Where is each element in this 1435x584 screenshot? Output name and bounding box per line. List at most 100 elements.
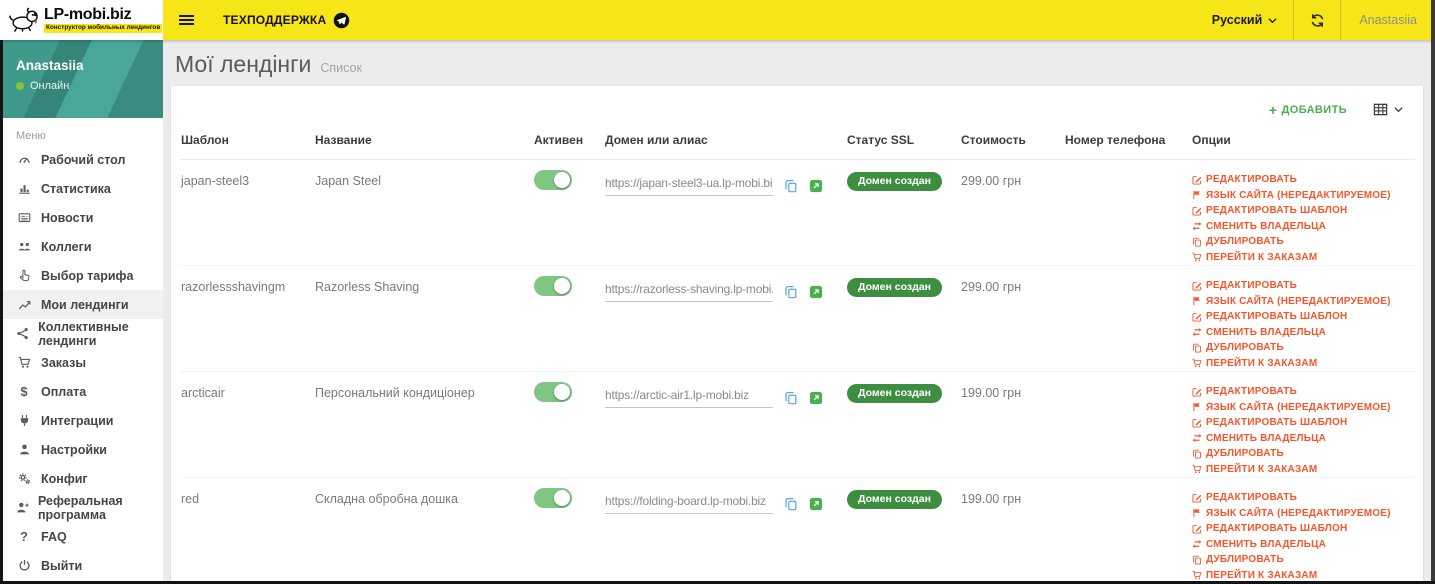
phone-cell [1063,159,1190,266]
option-duplicate[interactable]: ДУБЛИРОВАТЬ [1192,234,1409,250]
option-edit[interactable]: РЕДАКТИРОВАТЬ [1192,172,1409,188]
sidebar-item-label: Мои лендинги [41,297,129,312]
domain-input[interactable] [605,388,773,408]
option-go-to-orders[interactable]: ПЕРЕЙТИ К ЗАКАЗАМ [1192,250,1409,265]
option-change-owner[interactable]: СМЕНИТЬ ВЛАДЕЛЬЦА [1192,219,1409,235]
option-site-language[interactable]: ЯЗЫК САЙТА (НЕРЕДАКТИРУЕМОЕ) [1192,400,1409,416]
option-go-to-orders[interactable]: ПЕРЕЙТИ К ЗАКАЗАМ [1192,356,1409,371]
option-edit-template[interactable]: РЕДАКТИРОВАТЬ ШАБЛОН [1192,309,1409,325]
sidebar-item-referral[interactable]: Реферальная программа [0,493,163,522]
user-icon [16,443,32,456]
main-content: Мої лендінги Список + ДОБАВИТЬ Шаблон На… [163,40,1435,584]
menu-icon[interactable] [163,0,209,40]
option-edit-template[interactable]: РЕДАКТИРОВАТЬ ШАБЛОН [1192,415,1409,431]
dog-logo-icon [8,4,40,36]
open-site-icon[interactable] [809,285,823,299]
domain-input[interactable] [605,494,773,514]
domain-input[interactable] [605,282,773,302]
sidebar-item-label: FAQ [41,529,67,544]
sidebar-item-faq[interactable]: ? FAQ [0,522,163,551]
option-label: СМЕНИТЬ ВЛАДЕЛЬЦА [1206,538,1327,550]
column-header: Активен [532,123,603,160]
sidebar-item-settings[interactable]: Настройки [0,435,163,464]
copy-domain-icon[interactable] [784,391,798,405]
language-label: Русский [1211,13,1263,27]
domain-input[interactable] [605,176,773,196]
news-icon [16,211,32,224]
option-edit[interactable]: РЕДАКТИРОВАТЬ [1192,490,1409,506]
sidebar-item-integrations[interactable]: Интеграции [0,406,163,435]
option-label: СМЕНИТЬ ВЛАДЕЛЬЦА [1206,326,1327,338]
landings-table: Шаблон Название Активен Домен или алиас Стат… [179,123,1415,584]
duplicate-icon [1192,449,1202,459]
copy-domain-icon[interactable] [784,179,798,193]
flag-icon [1192,508,1202,518]
copy-domain-icon[interactable] [784,285,798,299]
telegram-icon [333,12,350,29]
sidebar-item-my-landings[interactable]: Мои лендинги [0,290,163,319]
open-site-icon[interactable] [809,391,823,405]
sidebar-item-label: Коллеги [41,239,92,254]
cart-icon [16,356,32,369]
phone-cell [1063,477,1190,584]
option-edit[interactable]: РЕДАКТИРОВАТЬ [1192,384,1409,400]
sidebar-item-label: Статистика [41,181,111,196]
sidebar-item-label: Настройки [41,442,107,457]
support-button[interactable]: ТЕХПОДДЕРЖКА [209,0,364,40]
sidebar-item-news[interactable]: Новости [0,203,163,232]
open-site-icon[interactable] [809,497,823,511]
option-label: РЕДАКТИРОВАТЬ ШАБЛОН [1206,205,1348,216]
sidebar-item-label: Конфиг [41,471,88,486]
option-label: РЕДАКТИРОВАТЬ [1206,492,1297,503]
option-go-to-orders[interactable]: ПЕРЕЙТИ К ЗАКАЗАМ [1192,462,1409,477]
option-change-owner[interactable]: СМЕНИТЬ ВЛАДЕЛЬЦА [1192,537,1409,553]
option-site-language[interactable]: ЯЗЫК САЙТА (НЕРЕДАКТИРУЕМОЕ) [1192,188,1409,204]
option-change-owner[interactable]: СМЕНИТЬ ВЛАДЕЛЬЦА [1192,325,1409,341]
option-label: РЕДАКТИРОВАТЬ [1206,174,1297,185]
option-label: ДУБЛИРОВАТЬ [1206,554,1284,565]
template-cell: red [179,477,313,584]
sidebar-item-collective-landings[interactable]: Коллективные лендинги [0,319,163,348]
refresh-button[interactable] [1294,0,1340,40]
open-site-icon[interactable] [809,179,823,193]
option-duplicate[interactable]: ДУБЛИРОВАТЬ [1192,446,1409,462]
sidebar-item-label: Новости [41,210,94,225]
option-edit-template[interactable]: РЕДАКТИРОВАТЬ ШАБЛОН [1192,203,1409,219]
sidebar-item-payment[interactable]: $ Оплата [0,377,163,406]
option-duplicate[interactable]: ДУБЛИРОВАТЬ [1192,340,1409,356]
sidebar-item-dashboard[interactable]: Рабочий стол [0,145,163,174]
window-border [0,40,3,584]
dashboard-icon [16,153,32,166]
sidebar-item-orders[interactable]: Заказы [0,348,163,377]
sidebar-item-tariff[interactable]: Выбор тарифа [0,261,163,290]
name-cell: Razorless Shaving [313,265,532,372]
exchange-icon [1192,433,1202,443]
add-button[interactable]: + ДОБАВИТЬ [1269,103,1347,117]
copy-domain-icon[interactable] [784,497,798,511]
column-header: Номер телефона [1063,123,1190,160]
logo[interactable]: LP-mobi.biz Конструктор мобильных лендин… [0,0,163,40]
sidebar-item-colleagues[interactable]: Коллеги [0,232,163,261]
active-toggle[interactable] [534,382,572,402]
user-panel: Anastasiia Онлайн [0,40,163,118]
phone-cell [1063,265,1190,372]
option-edit[interactable]: РЕДАКТИРОВАТЬ [1192,278,1409,294]
option-duplicate[interactable]: ДУБЛИРОВАТЬ [1192,552,1409,568]
column-header: Статус SSL [845,123,959,160]
view-options-dropdown[interactable] [1373,102,1403,117]
username-button[interactable]: Anastasiia [1341,0,1435,40]
option-site-language[interactable]: ЯЗЫК САЙТА (НЕРЕДАКТИРУЕМОЕ) [1192,294,1409,310]
active-toggle[interactable] [534,488,572,508]
sidebar-item-statistics[interactable]: Статистика [0,174,163,203]
sidebar-item-logout[interactable]: Выйти [0,551,163,580]
option-site-language[interactable]: ЯЗЫК САЙТА (НЕРЕДАКТИРУЕМОЕ) [1192,506,1409,522]
language-dropdown[interactable]: Русский [1196,0,1294,40]
ssl-status-badge: Домен создан [847,384,942,403]
sidebar-item-config[interactable]: Конфиг [0,464,163,493]
dollar-icon: $ [20,384,28,399]
active-toggle[interactable] [534,276,572,296]
option-change-owner[interactable]: СМЕНИТЬ ВЛАДЕЛЬЦА [1192,431,1409,447]
name-cell: Складна обробна дошка [313,477,532,584]
active-toggle[interactable] [534,170,572,190]
option-edit-template[interactable]: РЕДАКТИРОВАТЬ ШАБЛОН [1192,521,1409,537]
